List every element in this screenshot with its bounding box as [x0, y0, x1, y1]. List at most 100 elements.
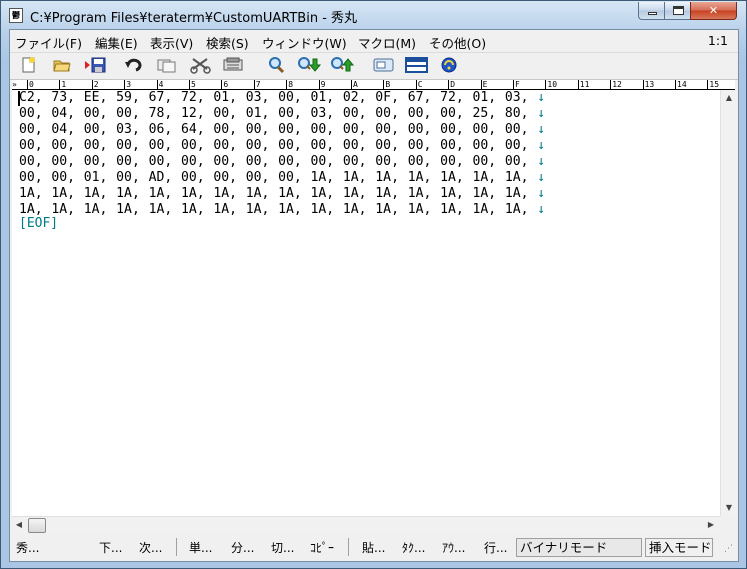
hex-byte: 00, [180, 138, 205, 153]
search-down-icon[interactable] [297, 56, 322, 74]
fkey-3[interactable]: 次... [139, 539, 162, 556]
hex-byte: 00, [278, 138, 302, 153]
open-folder-icon[interactable] [52, 56, 72, 74]
hex-byte: 78, [148, 106, 173, 121]
ruler-mark: 14 [675, 80, 687, 89]
undo-icon[interactable] [124, 56, 144, 74]
title-bar[interactable]: 鬱 C:¥Program Files¥teraterm¥CustomUARTBi… [1, 1, 746, 29]
minimize-button[interactable] [638, 2, 665, 20]
resize-grip-icon[interactable]: ⋰ [724, 544, 736, 556]
fkey-10[interactable]: ｱｳ... [442, 539, 465, 556]
hex-byte: 00, [116, 154, 140, 169]
hex-line: 1A, 1A, 1A, 1A, 1A, 1A, 1A, 1A, 1A, 1A, 1A, 1A, 1A, 1… [19, 202, 545, 218]
search-icon[interactable] [267, 56, 287, 74]
hex-byte: 00, [116, 170, 140, 185]
ruler-mark: 6 [221, 80, 229, 89]
hex-byte: 1A, [180, 202, 205, 217]
hex-byte: 00, [83, 106, 108, 121]
eof-marker: [EOF] [19, 216, 59, 231]
hex-byte: 1A, [245, 202, 270, 217]
hex-byte: 01, [245, 106, 270, 121]
cut-icon[interactable] [190, 56, 211, 74]
vertical-scrollbar[interactable]: ▲ ▼ [720, 90, 737, 516]
close-button[interactable]: ✕ [690, 2, 737, 20]
hex-byte: 00, [83, 122, 108, 137]
help-icon[interactable] [440, 56, 460, 74]
menu-search[interactable]: 検索(S) [206, 33, 249, 52]
menu-view[interactable]: 表示(V) [150, 33, 193, 52]
save-icon[interactable] [84, 56, 106, 74]
hex-byte: 00, [375, 138, 399, 153]
paste-icon[interactable] [222, 56, 243, 74]
hex-line: C2, 73, EE, 59, 67, 72, 01, 03, 00, 01, 02, 0F, 67, 7… [19, 90, 545, 106]
hex-byte: 00, [213, 106, 237, 121]
hex-byte: 00, [245, 122, 270, 137]
hex-byte: 00, [278, 106, 302, 121]
fkey-5[interactable]: 分... [231, 539, 254, 556]
line-end-mark: ↓ [537, 170, 546, 185]
hex-byte: 00, [375, 122, 399, 137]
hex-byte: 00, [407, 138, 432, 153]
fkey-6[interactable]: 切... [271, 539, 294, 556]
fkey-11[interactable]: 行... [484, 539, 507, 556]
fkey-8[interactable]: 貼... [362, 539, 385, 556]
menu-edit[interactable]: 編集(E) [95, 33, 138, 52]
fkey-9[interactable]: ﾀｸ... [402, 539, 425, 556]
hex-line: 00, 00, 00, 00, 00, 00, 00, 00, 00, 00, 00, 00, 00, 0… [19, 138, 545, 154]
horizontal-scrollbar[interactable]: ◀ ▶ [12, 516, 720, 533]
scroll-up-arrow-icon[interactable]: ▲ [721, 90, 737, 106]
copy-icon[interactable] [156, 56, 176, 74]
hex-byte: 67, [148, 90, 173, 105]
menu-window[interactable]: ウィンドウ(W) [262, 33, 347, 52]
hex-byte: 1A, [342, 186, 367, 201]
hex-byte: 12, [180, 106, 205, 121]
hex-byte: 1A, [342, 202, 367, 217]
binary-mode-status: バイナリモード [516, 538, 642, 557]
column-ruler: » 0123456789ABCDEF10111213141516 [12, 80, 735, 90]
hex-byte: 00, [19, 154, 43, 169]
app-icon[interactable]: 鬱 [9, 8, 23, 23]
maximize-button[interactable] [664, 2, 691, 20]
scroll-down-arrow-icon[interactable]: ▼ [721, 500, 737, 516]
hex-byte: AD, [148, 170, 173, 185]
line-end-mark: ↓ [537, 186, 546, 201]
ruler-origin-mark: » [12, 80, 17, 89]
hex-byte: 00, [19, 170, 43, 185]
menu-file[interactable]: ファイル(F) [15, 33, 82, 52]
split-window-icon[interactable] [405, 56, 428, 74]
fkey-2[interactable]: 下... [99, 539, 122, 556]
fkey-7[interactable]: ｺﾋﾟｰ [310, 539, 334, 556]
scroll-left-arrow-icon[interactable]: ◀ [12, 517, 26, 533]
hex-byte: 00, [83, 154, 108, 169]
menu-macro[interactable]: マクロ(M) [358, 33, 416, 52]
hex-byte: 25, [472, 106, 497, 121]
function-key-bar: 秀... 下... 次... 単... 分... 切... ｺﾋﾟｰ 貼... … [10, 534, 738, 561]
hex-byte: 00, [504, 138, 529, 153]
minimize-icon [648, 12, 657, 15]
hex-byte: 1A, [180, 186, 205, 201]
hex-byte: 00, [472, 122, 497, 137]
hex-byte: 00, [342, 106, 367, 121]
ruler-mark: 8 [286, 80, 294, 89]
horizontal-scroll-thumb[interactable] [28, 518, 46, 533]
toolbar [10, 53, 738, 80]
fkey-4[interactable]: 単... [189, 539, 212, 556]
fkey-1[interactable]: 秀... [16, 539, 39, 556]
grep-icon[interactable] [372, 56, 394, 74]
hex-editor-area[interactable]: [EOF] C2, 73, EE, 59, 67, 72, 01, 03, 00, 01, 02, 0… [12, 90, 720, 516]
scroll-right-arrow-icon[interactable]: ▶ [704, 517, 718, 533]
hex-byte: 80, [504, 106, 529, 121]
ruler-mark: 5 [189, 80, 196, 89]
ruler-mark: 4 [156, 80, 164, 89]
hex-byte: 00, [213, 170, 237, 185]
hex-byte: 1A, [83, 202, 108, 217]
search-up-icon[interactable] [330, 56, 355, 74]
insert-mode-status[interactable]: 挿入モード [645, 538, 713, 557]
hex-byte: 00, [116, 138, 140, 153]
hex-byte: 1A, [83, 186, 108, 201]
hex-byte: 00, [19, 106, 43, 121]
hex-byte: 00, [342, 122, 367, 137]
new-file-icon[interactable] [20, 56, 40, 74]
menu-other[interactable]: その他(O) [429, 33, 486, 52]
hex-byte: 00, [213, 122, 237, 137]
